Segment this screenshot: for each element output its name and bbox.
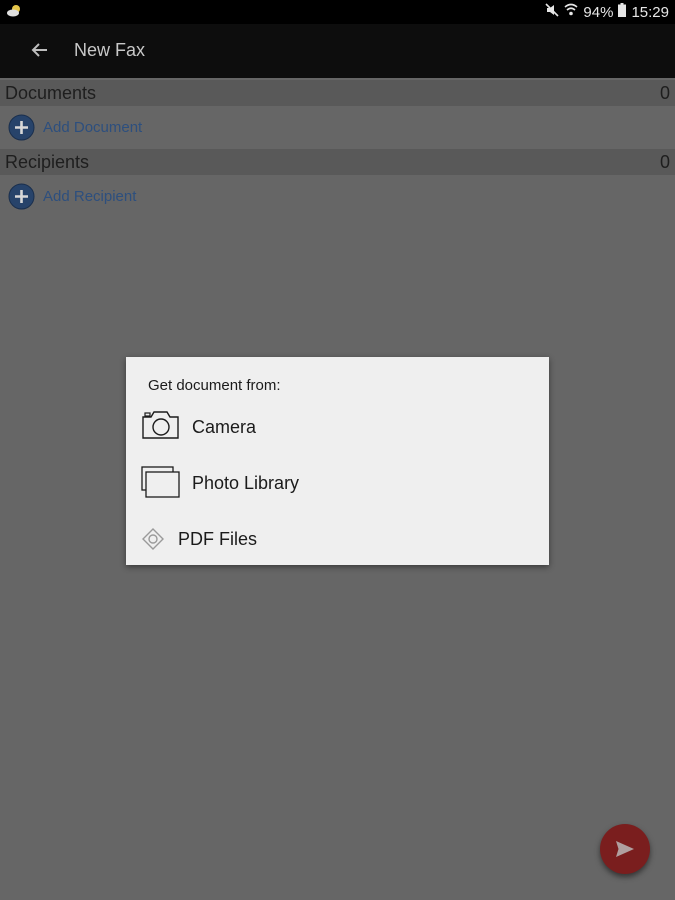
add-circle-icon — [8, 183, 35, 210]
page-title: New Fax — [74, 40, 146, 60]
app-bar: New Fax — [0, 24, 675, 78]
option-photo-library[interactable]: Photo Library — [126, 458, 549, 508]
send-icon — [616, 841, 634, 857]
clock: 15:29 — [631, 3, 669, 21]
send-fax-button[interactable] — [600, 824, 650, 874]
battery-text: 94% — [583, 3, 614, 21]
option-camera[interactable]: Camera — [126, 402, 549, 452]
mute-icon — [545, 3, 559, 21]
option-pdf-files-label: PDF Files — [178, 529, 258, 549]
add-circle-icon — [8, 114, 35, 141]
add-recipient-row[interactable]: Add Recipient — [0, 175, 675, 219]
status-bar: 94% 15:29 — [0, 0, 675, 24]
option-photo-library-label: Photo Library — [192, 473, 300, 493]
camera-icon — [141, 410, 181, 445]
recipients-header: Recipients 0 — [0, 149, 675, 175]
add-document-link[interactable]: Add Document — [43, 119, 142, 136]
add-recipient-link[interactable]: Add Recipient — [43, 188, 136, 205]
recipients-label: Recipients — [5, 152, 90, 172]
arrow-left-icon — [31, 43, 47, 57]
option-pdf-files[interactable]: PDF Files — [126, 514, 549, 564]
battery-icon — [618, 3, 627, 21]
pdf-files-icon — [141, 527, 165, 556]
back-button[interactable] — [28, 38, 52, 62]
documents-header: Documents 0 — [0, 80, 675, 106]
dialog-heading: Get document from: — [148, 377, 281, 394]
option-camera-label: Camera — [192, 417, 257, 437]
wifi-icon — [564, 3, 578, 21]
documents-label: Documents — [5, 83, 97, 103]
get-document-dialog: Get document from: Camera Photo Library — [126, 357, 549, 565]
documents-count: 0 — [659, 83, 670, 103]
add-document-row[interactable]: Add Document — [0, 106, 675, 150]
photo-library-icon — [141, 466, 181, 503]
recipients-count: 0 — [659, 152, 670, 172]
weather-icon — [6, 4, 22, 22]
